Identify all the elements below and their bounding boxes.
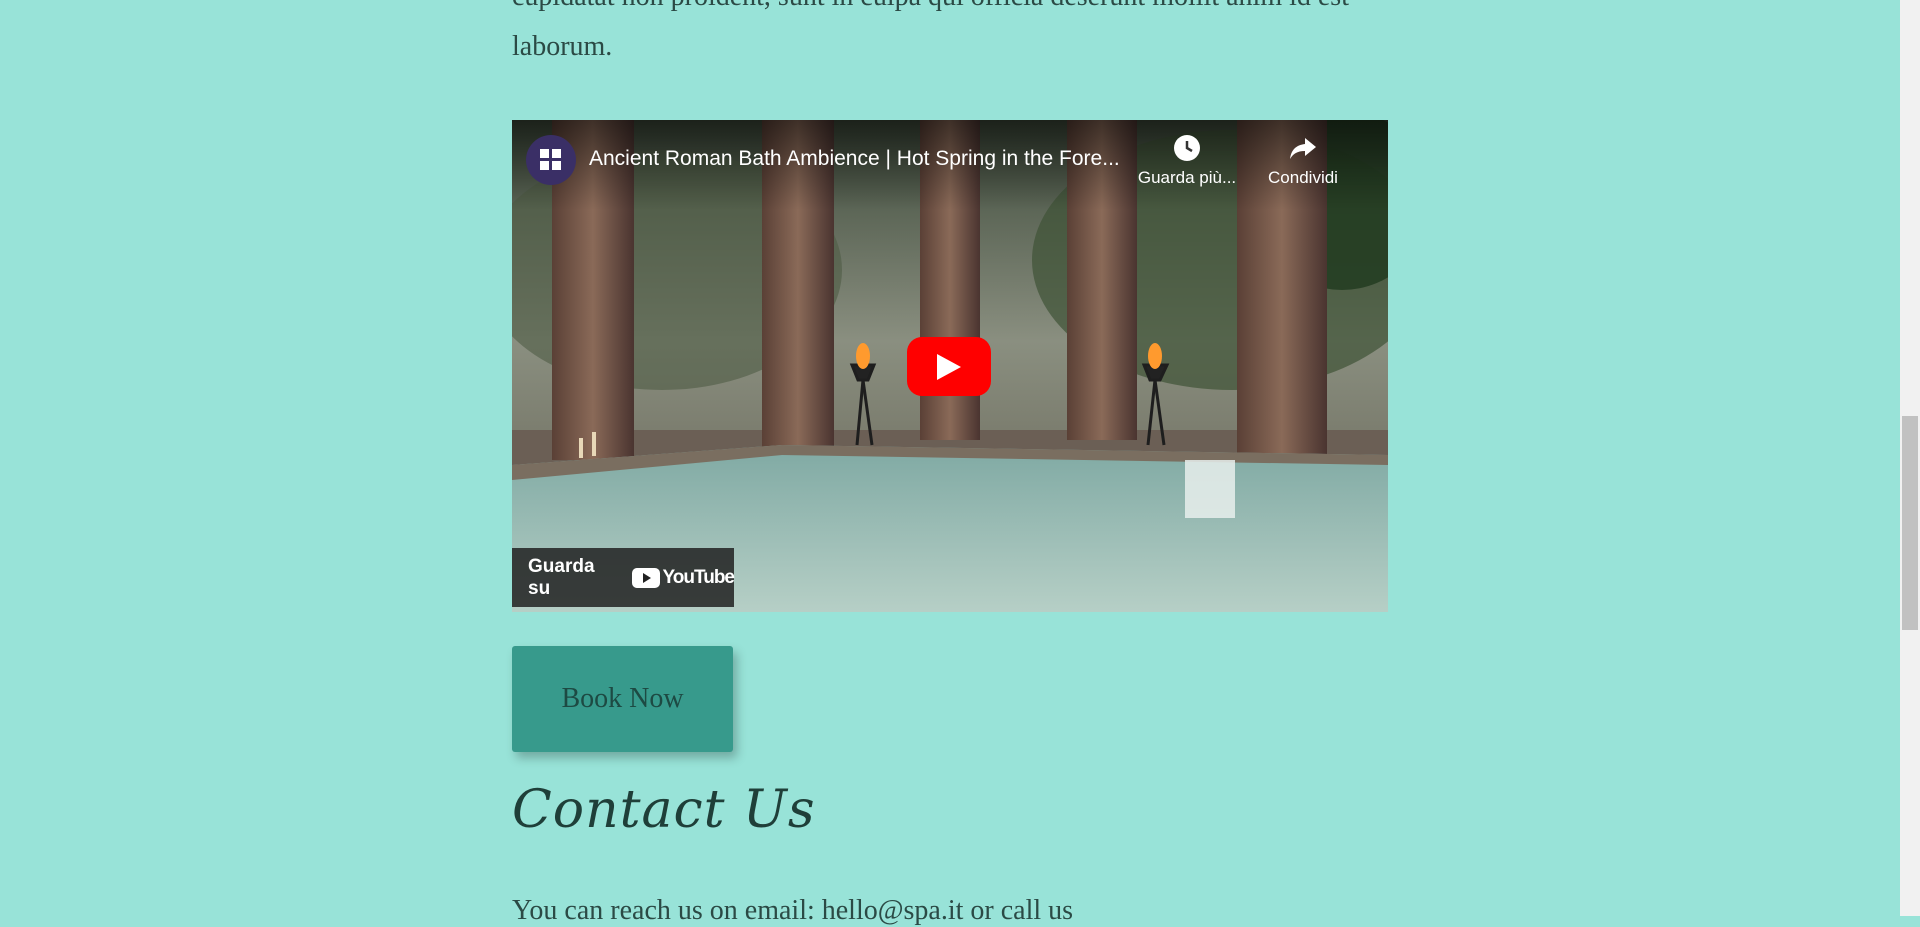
channel-logo-icon	[540, 149, 561, 170]
clock-icon	[1132, 134, 1242, 168]
video-title[interactable]: Ancient Roman Bath Ambience | Hot Spring…	[589, 147, 1149, 171]
contact-heading: Contact Us	[512, 780, 816, 840]
share-icon	[1248, 134, 1358, 168]
share-label: Condividi	[1268, 168, 1338, 187]
share-button[interactable]: Condividi	[1248, 134, 1358, 188]
play-button[interactable]	[907, 337, 991, 396]
intro-paragraph: cupidatat non proident, sunt in culpa qu…	[512, 0, 1349, 62]
youtube-logo: YouTube	[631, 566, 735, 589]
watch-later-button[interactable]: Guarda più...	[1132, 134, 1242, 188]
watch-on-label: Guarda su	[528, 555, 595, 599]
youtube-icon	[631, 567, 660, 588]
youtube-embed[interactable]: Ancient Roman Bath Ambience | Hot Spring…	[512, 120, 1388, 612]
watch-on-youtube-button[interactable]: Guarda su YouTube	[512, 548, 735, 607]
youtube-wordmark: YouTube	[662, 566, 735, 588]
contact-paragraph: You can reach us on email: hello@spa.it …	[512, 895, 1074, 926]
book-now-button[interactable]: Book Now	[512, 646, 733, 752]
page-scrollbar[interactable]	[1900, 0, 1920, 916]
watch-later-label: Guarda più...	[1137, 168, 1237, 187]
scrollbar-thumb[interactable]	[1902, 416, 1918, 630]
channel-avatar[interactable]	[526, 135, 576, 185]
play-icon	[937, 353, 961, 380]
